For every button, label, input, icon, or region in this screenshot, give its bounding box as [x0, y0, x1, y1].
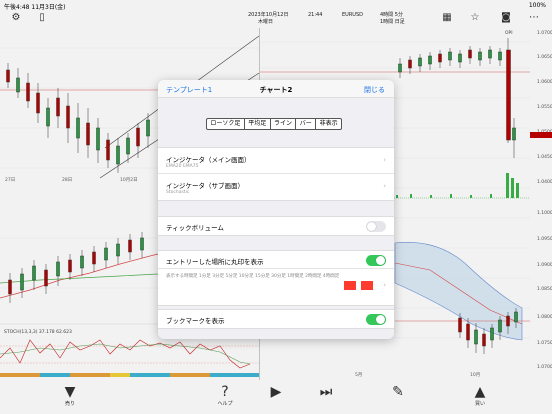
- bookmark-group: ブックマークを表示: [158, 309, 394, 329]
- indicator-main-sub: EMA20 EMA75: [166, 164, 199, 169]
- tick-volume-toggle[interactable]: [366, 221, 386, 232]
- app-root: 午後4:48 11月3日(金) 100% ⚙ ▯ 2023年10月12日 木曜日…: [0, 0, 552, 414]
- bookmark-label: ブックマークを表示: [166, 317, 225, 325]
- bookmark-toggle[interactable]: [366, 314, 386, 325]
- tick-volume-row: ティックボリューム: [158, 217, 394, 235]
- marker-color-swatch-2[interactable]: [361, 281, 373, 290]
- segment-bar[interactable]: バー: [296, 119, 317, 129]
- bookmark-row: ブックマークを表示: [158, 310, 394, 328]
- entry-marker-label: エントリーした場所に丸印を表示: [166, 258, 264, 266]
- entry-marker-toggle[interactable]: [366, 255, 386, 266]
- entry-marker-row: エントリーした場所に丸印を表示: [158, 251, 394, 269]
- template-link[interactable]: テンプレート1: [166, 85, 212, 95]
- segment-line[interactable]: ライン: [271, 119, 297, 129]
- indicator-group: インジケータ（メイン画面） EMA20 EMA75 › インジケータ（サブ画面）…: [158, 147, 394, 201]
- indicator-sub-row[interactable]: インジケータ（サブ画面） Stochastic ›: [158, 174, 394, 200]
- indicator-main-row[interactable]: インジケータ（メイン画面） EMA20 EMA75 ›: [158, 148, 394, 174]
- segment-candlestick[interactable]: ローソク足: [207, 119, 245, 129]
- modal-header: チャート2 テンプレート1 閉じる: [158, 80, 394, 98]
- segment-hidden[interactable]: 非表示: [316, 119, 341, 129]
- indicator-sub-sub: Stochastic: [166, 190, 190, 195]
- indicator-main-label: インジケータ（メイン画面）: [166, 156, 251, 164]
- chevron-right-icon: ›: [383, 182, 386, 190]
- chevron-right-icon: ›: [383, 281, 386, 289]
- chevron-right-icon: ›: [383, 156, 386, 164]
- close-link[interactable]: 閉じる: [364, 85, 385, 95]
- tick-volume-group: ティックボリューム: [158, 216, 394, 236]
- periods-text: 表示する時間足 1分足 3分足 5分足 10分足 15分足 30分足 1時間足 …: [166, 274, 340, 279]
- chart-settings-modal: チャート2 テンプレート1 閉じる ローソク足 平均足 ライン バー 非表示 イ…: [158, 80, 394, 339]
- segment-heikin-ashi[interactable]: 平均足: [245, 119, 271, 129]
- indicator-sub-label: インジケータ（サブ画面）: [166, 182, 244, 190]
- tick-volume-label: ティックボリューム: [166, 224, 224, 232]
- chart-type-segmented-control: ローソク足 平均足 ライン バー 非表示: [206, 118, 342, 130]
- marker-color-swatch-1[interactable]: [344, 281, 356, 290]
- periods-row[interactable]: 表示する時間足 1分足 3分足 5分足 10分足 15分足 30分足 1時間足 …: [158, 269, 394, 305]
- entry-marker-group: エントリーした場所に丸印を表示 表示する時間足 1分足 3分足 5分足 10分足…: [158, 250, 394, 306]
